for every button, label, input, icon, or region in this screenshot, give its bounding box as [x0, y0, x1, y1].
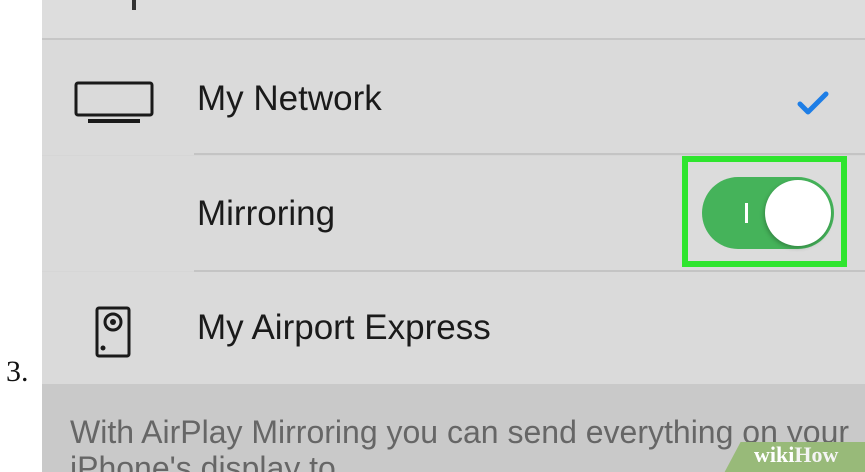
airplay-footer: With AirPlay Mirroring you can send ever…	[42, 384, 865, 472]
watermark-wiki: wiki	[754, 442, 795, 467]
mirroring-label: Mirroring	[197, 194, 336, 233]
speaker-icon	[95, 306, 131, 358]
checkmark-icon	[797, 91, 829, 115]
device-label-my-airport-express: My Airport Express	[197, 308, 491, 347]
airplay-device-row-my-network[interactable]: My Network	[42, 40, 865, 155]
step-number: 3.	[6, 355, 29, 388]
previous-row-fragment	[42, 0, 865, 40]
row-divider	[194, 153, 865, 155]
airplay-settings-screenshot: My Network Mirroring My Airport Express …	[42, 0, 865, 472]
airplay-device-row-my-airport-express[interactable]: My Airport Express	[42, 272, 865, 384]
wikihow-watermark: wikiHow	[754, 442, 838, 468]
tv-icon	[74, 81, 154, 123]
toggle-knob[interactable]	[765, 180, 831, 246]
cropped-glyph	[132, 0, 136, 10]
mirroring-toggle[interactable]	[702, 177, 834, 249]
toggle-highlight-box	[682, 156, 847, 267]
watermark-how: How	[794, 442, 839, 467]
toggle-on-indicator	[745, 203, 748, 223]
mirroring-row: Mirroring	[42, 156, 865, 272]
device-label-my-network: My Network	[197, 79, 382, 118]
